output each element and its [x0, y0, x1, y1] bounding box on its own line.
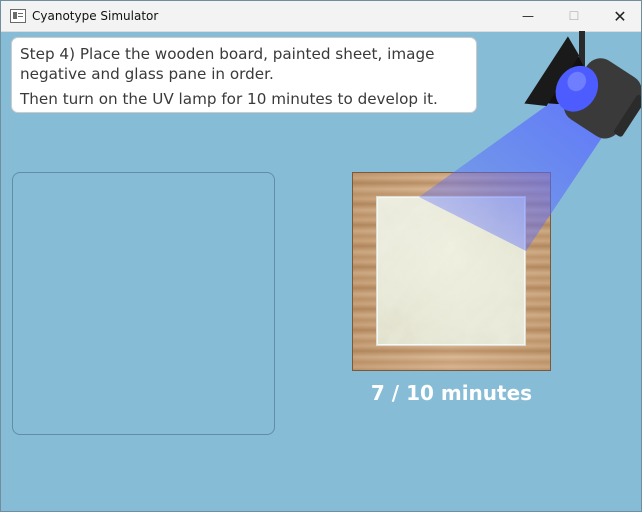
window-title: Cyanotype Simulator [32, 9, 159, 23]
instruction-panel: Step 4) Place the wooden board, painted … [11, 37, 477, 113]
empty-drop-zone[interactable] [12, 172, 275, 435]
window-app-icon [10, 9, 26, 23]
uv-spotlight-icon[interactable] [471, 31, 642, 251]
title-bar[interactable]: Cyanotype Simulator — ☐ ✕ [1, 1, 641, 32]
app-window: Cyanotype Simulator — ☐ ✕ Step 4) Place … [0, 0, 642, 512]
instruction-action-text: Then turn on the UV lamp for 10 minutes … [20, 90, 438, 108]
maximize-button[interactable]: ☐ [551, 1, 597, 31]
exposure-timer: 7 / 10 minutes [370, 381, 533, 405]
instruction-step-text: Step 4) Place the wooden board, painted … [20, 45, 435, 83]
minimize-button[interactable]: — [505, 1, 551, 31]
close-button[interactable]: ✕ [597, 1, 641, 31]
